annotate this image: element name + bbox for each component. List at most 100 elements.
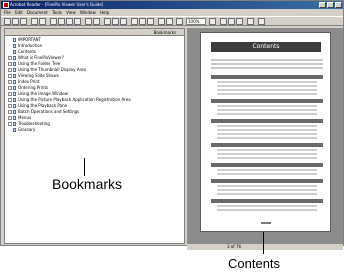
previous-page-icon[interactable] xyxy=(58,18,65,25)
facing-pages-icon[interactable] xyxy=(236,18,243,25)
toc-entry[interactable] xyxy=(217,153,317,155)
bookmark-icon xyxy=(13,44,16,48)
toc-entry[interactable] xyxy=(217,89,317,91)
zoom-in-icon[interactable] xyxy=(209,18,216,25)
save-icon[interactable] xyxy=(20,18,27,25)
single-page-icon[interactable] xyxy=(220,18,227,25)
contents-callout-label: Contents xyxy=(228,256,281,271)
expand-toggle-icon[interactable] xyxy=(8,116,12,120)
toc-section[interactable] xyxy=(211,163,323,167)
menu-file[interactable]: File xyxy=(4,10,11,15)
toc-section[interactable] xyxy=(211,119,323,123)
expand-toggle-icon[interactable] xyxy=(8,86,12,90)
toolbar: 100% xyxy=(1,16,343,26)
bookmark-icon xyxy=(13,116,16,120)
page-footer xyxy=(261,222,271,224)
bookmark-icon xyxy=(13,110,16,114)
menu-edit[interactable]: Edit xyxy=(15,10,23,15)
bookmarks-callout-line xyxy=(84,158,85,176)
maximize-button[interactable] xyxy=(327,2,334,8)
menu-help[interactable]: Help xyxy=(100,10,109,15)
expand-toggle-icon[interactable] xyxy=(8,56,12,60)
rotate-right-icon[interactable] xyxy=(166,18,173,25)
first-page-icon[interactable] xyxy=(50,18,57,25)
close-button[interactable] xyxy=(335,2,342,8)
fit-page-icon[interactable] xyxy=(139,18,146,25)
show-page-icon[interactable] xyxy=(39,18,46,25)
toc-section[interactable] xyxy=(211,179,323,183)
toc-entry[interactable] xyxy=(217,149,317,151)
actual-size-icon[interactable] xyxy=(131,18,138,25)
find-icon[interactable] xyxy=(247,18,254,25)
toc-entry[interactable] xyxy=(217,85,317,87)
document-pane: Contents xyxy=(187,28,343,244)
next-page-icon[interactable] xyxy=(66,18,73,25)
expand-toggle-icon[interactable] xyxy=(8,110,12,114)
bookmark-icon xyxy=(13,86,16,90)
fit-width-icon[interactable] xyxy=(147,18,154,25)
expand-toggle-icon[interactable] xyxy=(8,104,12,108)
toc-entry[interactable] xyxy=(217,93,317,95)
bookmarks-tab[interactable]: Bookmarks xyxy=(154,29,176,36)
toc-entry[interactable] xyxy=(217,133,317,135)
zoom-tool-icon[interactable] xyxy=(112,18,119,25)
menu-view[interactable]: View xyxy=(66,10,76,15)
rotate-left-icon[interactable] xyxy=(158,18,165,25)
toc-entry[interactable] xyxy=(217,113,317,115)
toc-entry[interactable] xyxy=(211,67,323,69)
toc-entry[interactable] xyxy=(217,189,317,191)
toc-entry[interactable] xyxy=(217,105,317,107)
toc-section[interactable] xyxy=(211,199,323,203)
toc-entry[interactable] xyxy=(217,205,317,207)
show-navigation-pane-icon[interactable] xyxy=(31,18,38,25)
expand-toggle-icon[interactable] xyxy=(8,62,12,66)
bookmark-icon xyxy=(13,62,16,66)
bookmark-icon xyxy=(13,128,16,132)
toc-entry[interactable] xyxy=(211,63,323,65)
toc-entry[interactable] xyxy=(217,209,317,211)
menu-window[interactable]: Window xyxy=(80,10,96,15)
toc-entry[interactable] xyxy=(217,125,317,127)
expand-toggle-icon[interactable] xyxy=(8,98,12,102)
menu-tools[interactable]: Tools xyxy=(52,10,62,15)
help-icon[interactable] xyxy=(258,18,265,25)
toc-entry[interactable] xyxy=(217,185,317,187)
continuous-icon[interactable] xyxy=(228,18,235,25)
acrobat-icon xyxy=(3,2,9,8)
bookmark-icon xyxy=(13,38,16,42)
toc-section[interactable] xyxy=(211,143,323,147)
text-select-icon[interactable] xyxy=(120,18,127,25)
expand-toggle-icon[interactable] xyxy=(8,80,12,84)
document-page: Contents xyxy=(200,32,331,232)
last-page-icon[interactable] xyxy=(74,18,81,25)
bookmark-icon xyxy=(13,74,16,78)
bookmark-label: Glossary xyxy=(18,127,36,132)
minimize-button[interactable] xyxy=(319,2,326,8)
print-icon[interactable] xyxy=(12,18,19,25)
page-indicator[interactable]: 3 of 76 xyxy=(227,244,241,249)
expand-toggle-icon[interactable] xyxy=(8,74,12,78)
hand-tool-icon[interactable] xyxy=(104,18,111,25)
toc-entry[interactable] xyxy=(217,81,317,83)
toc-entry[interactable] xyxy=(217,109,317,111)
title-bar: Acrobat Reader - [FinePix Viewer User's … xyxy=(1,1,343,9)
toc-entry[interactable] xyxy=(217,193,317,195)
zoom-out-icon[interactable] xyxy=(176,18,183,25)
bookmark-icon xyxy=(13,92,16,96)
go-forward-icon[interactable] xyxy=(93,18,100,25)
toc-entry[interactable] xyxy=(217,157,317,159)
toc-section[interactable] xyxy=(211,75,323,79)
toc-section[interactable] xyxy=(211,99,323,103)
zoom-field[interactable]: 100% xyxy=(186,18,206,25)
go-back-icon[interactable] xyxy=(85,18,92,25)
toc-entry[interactable] xyxy=(211,59,323,61)
open-icon[interactable] xyxy=(4,18,11,25)
toc-entry[interactable] xyxy=(217,137,317,139)
expand-toggle-icon[interactable] xyxy=(8,92,12,96)
toc-entry[interactable] xyxy=(217,129,317,131)
menu-document[interactable]: Document xyxy=(27,10,48,15)
toc-entry[interactable] xyxy=(217,173,317,175)
expand-toggle-icon[interactable] xyxy=(8,68,12,72)
toc-entry[interactable] xyxy=(217,169,317,171)
expand-toggle-icon[interactable] xyxy=(8,122,12,126)
